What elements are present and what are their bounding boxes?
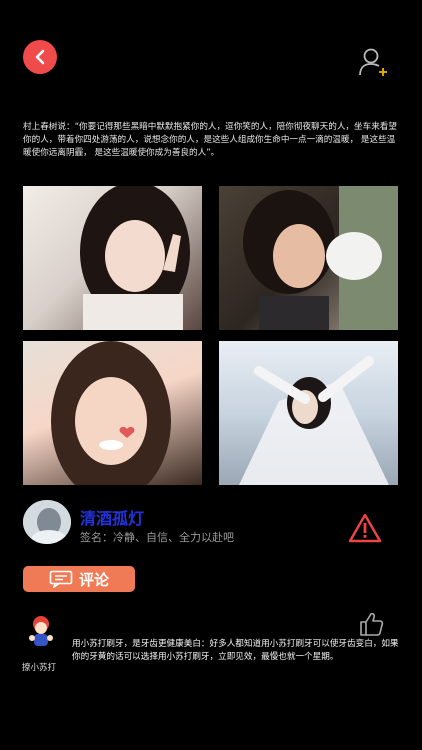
commenter-avatar[interactable] [26, 614, 56, 650]
comment-button[interactable]: 评论 [23, 566, 135, 592]
back-button[interactable] [23, 40, 57, 74]
photo-2-image [243, 186, 398, 330]
photo-3[interactable] [23, 341, 202, 485]
comment-text: 用小苏打刷牙，是牙齿更健康美白：好多人都知道用小苏打刷牙可以使牙齿变白，如果你的… [72, 639, 399, 662]
avatar[interactable] [23, 500, 71, 544]
photo-1-image [80, 186, 190, 330]
photo-3-image [51, 341, 171, 485]
photo-1[interactable] [23, 186, 202, 330]
thumbs-up-icon[interactable] [358, 611, 384, 637]
add-user-icon[interactable] [357, 46, 389, 78]
chevron-left-icon [35, 49, 45, 65]
warning-icon[interactable] [348, 512, 382, 544]
quote-text: 村上春树说：“你要记得那些黑暗中默默抱紧你的人，逗你笑的人，陪你彻夜聊天的人，坐… [23, 122, 397, 158]
photo-2[interactable] [219, 186, 398, 330]
comment-icon [49, 570, 73, 588]
user-name[interactable]: 清酒孤灯 [80, 505, 144, 529]
commenter-name[interactable]: 撩小苏打 [22, 661, 56, 673]
comment-button-label: 评论 [78, 570, 109, 589]
photo-4[interactable] [219, 341, 398, 485]
user-signature: 签名：冷静、自信、全力以赴吧 [80, 531, 234, 544]
photo-4-image [239, 356, 389, 485]
